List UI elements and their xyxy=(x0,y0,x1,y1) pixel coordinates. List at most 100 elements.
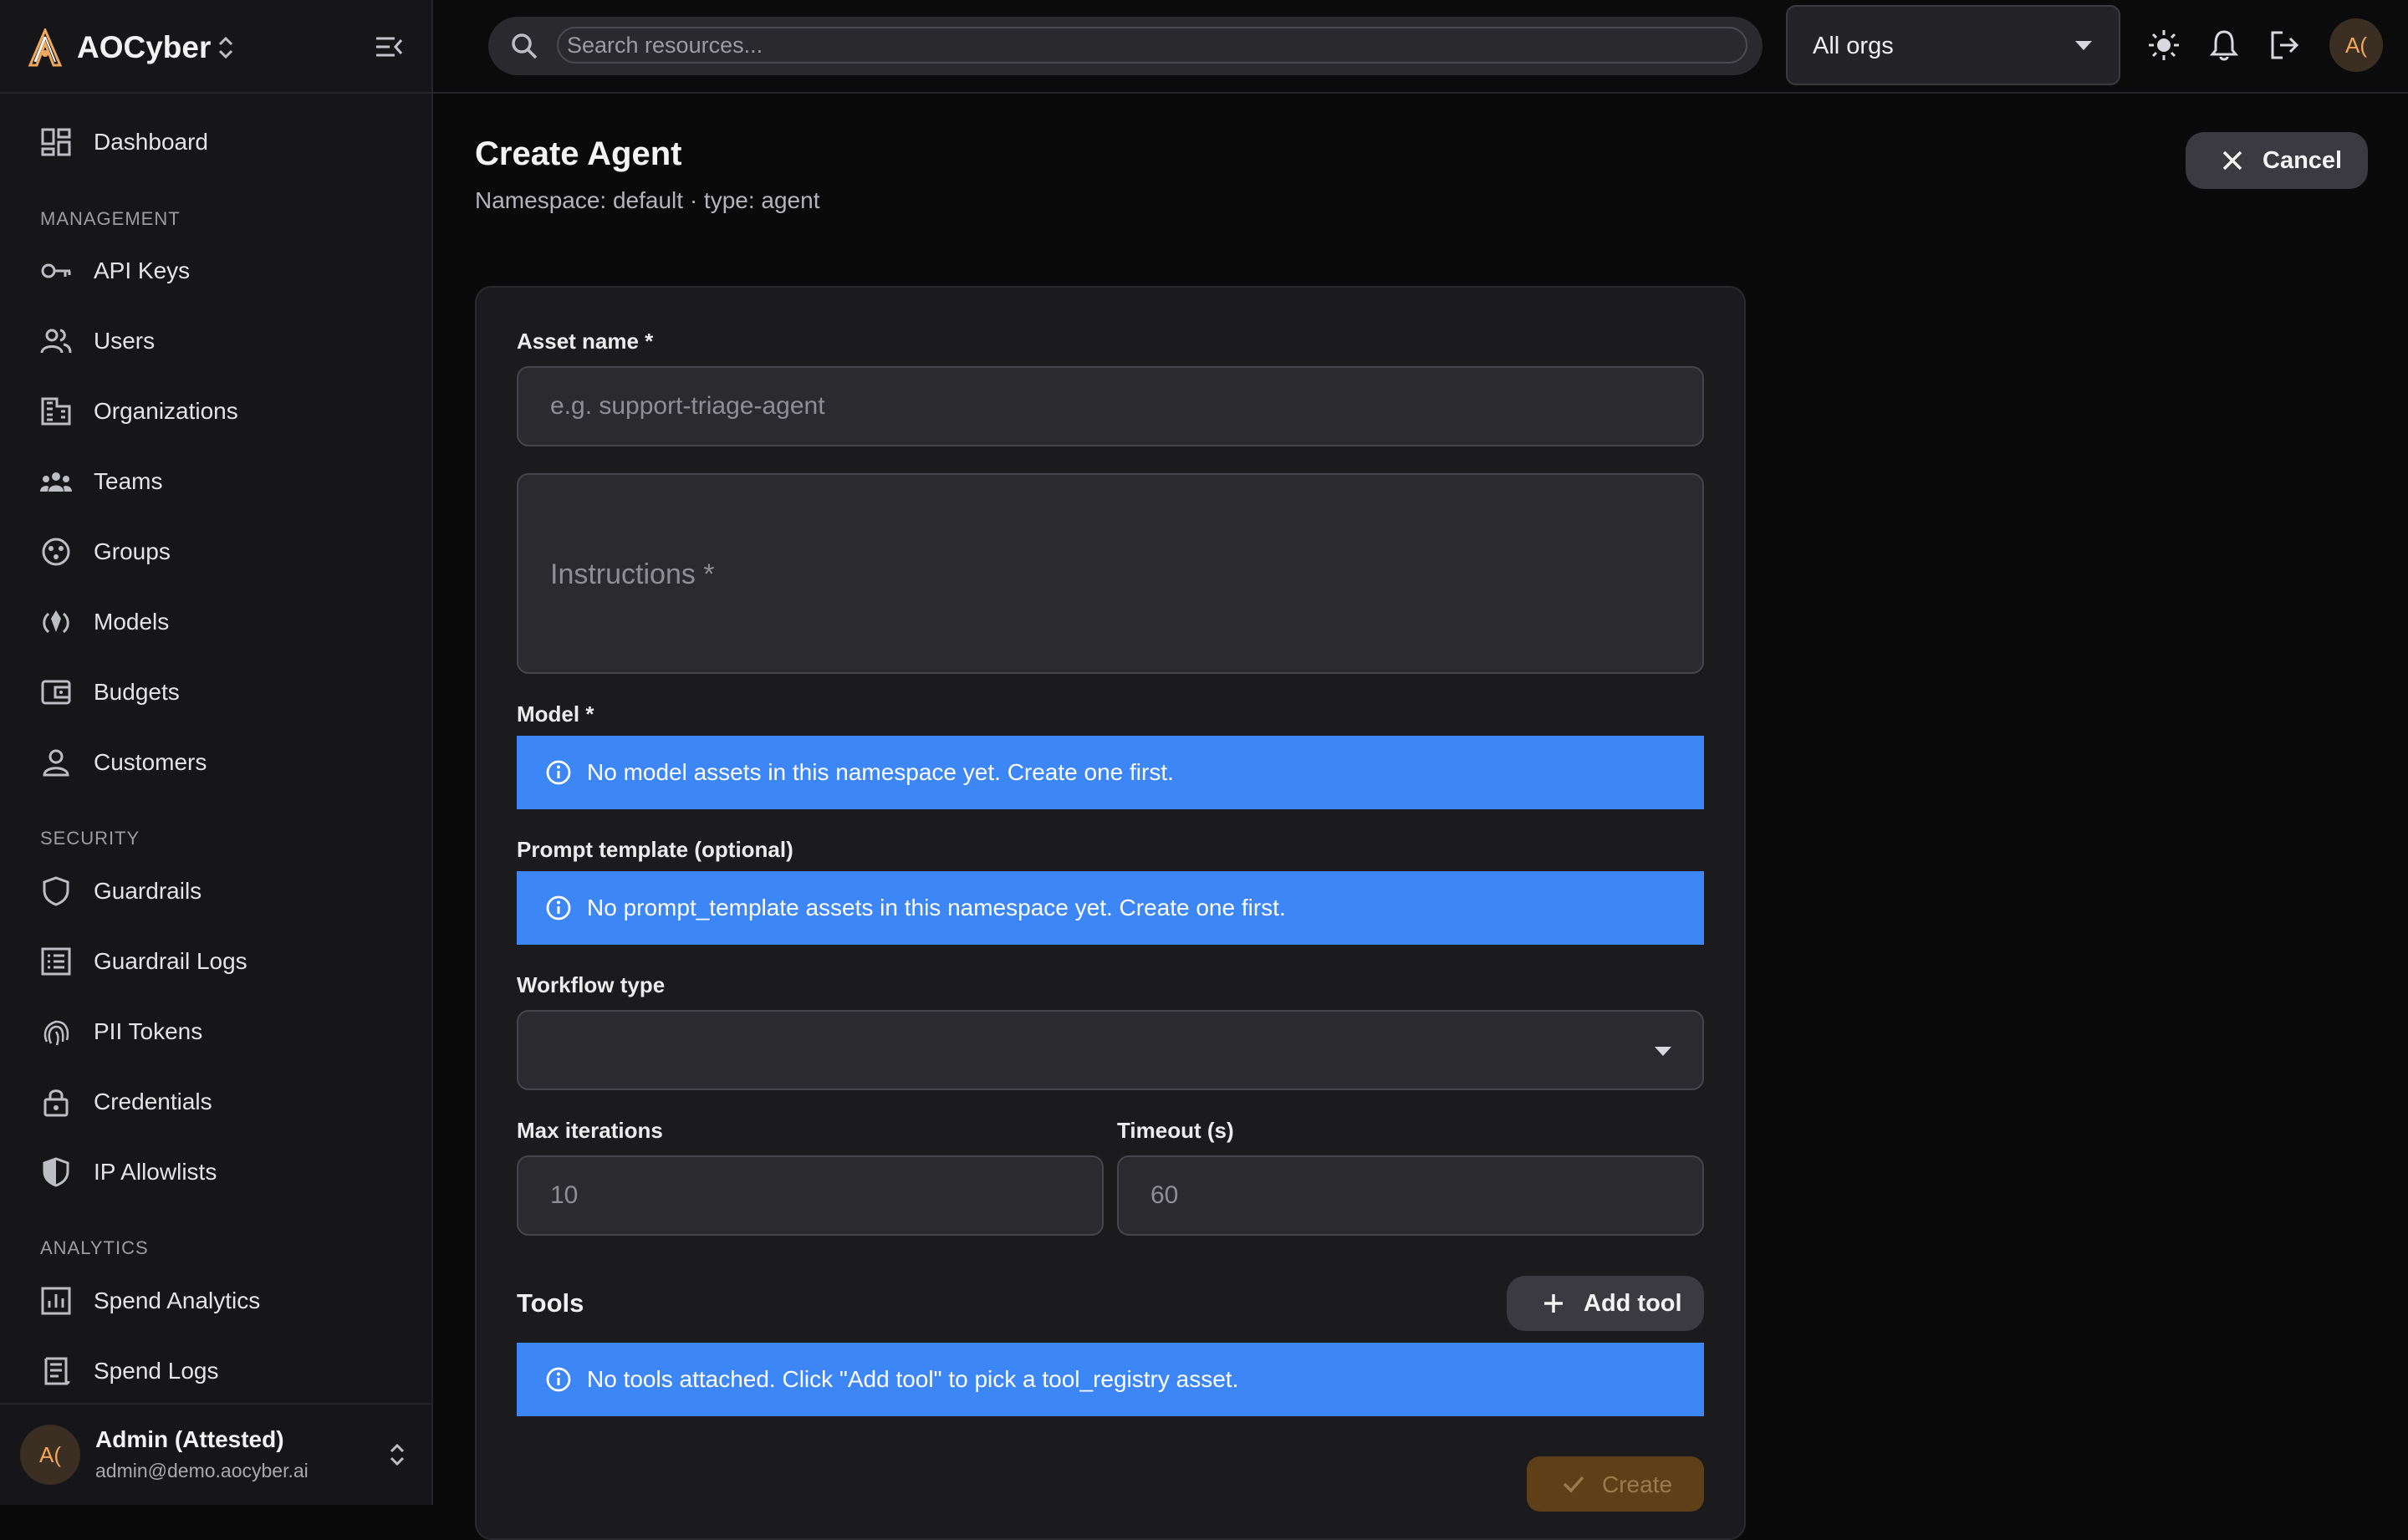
workflow-type-select[interactable] xyxy=(517,1010,1704,1090)
sidebar-item-spend-analytics[interactable]: Spend Analytics xyxy=(0,1266,431,1336)
sidebar-item-label: PII Tokens xyxy=(94,1018,203,1044)
sidebar-item-label: Budgets xyxy=(94,679,180,705)
building-icon xyxy=(41,397,71,426)
search-input[interactable] xyxy=(557,27,1747,64)
sidebar: AOCyber Dashboard MANAGEMENT API Keys Us… xyxy=(0,0,433,1505)
chevrons-updown-icon[interactable] xyxy=(388,1441,406,1468)
person-icon xyxy=(43,749,69,777)
prompt-template-alert-text: No prompt_template assets in this namesp… xyxy=(587,895,1286,920)
model-info-alert: No model assets in this namespace yet. C… xyxy=(517,736,1704,809)
bar-chart-icon xyxy=(41,1287,71,1315)
instructions-textarea[interactable] xyxy=(517,473,1704,674)
check-icon xyxy=(1563,1476,1584,1493)
tools-info-alert: No tools attached. Click "Add tool" to p… xyxy=(517,1343,1704,1416)
sidebar-item-label: Dashboard xyxy=(94,129,208,155)
avatar: A( xyxy=(20,1425,80,1485)
sidebar-item-pii-tokens[interactable]: PII Tokens xyxy=(0,997,431,1067)
sidebar-item-organizations[interactable]: Organizations xyxy=(0,376,431,446)
sidebar-item-label: IP Allowlists xyxy=(94,1159,217,1185)
sidebar-item-label: Users xyxy=(94,328,156,354)
sidebar-item-teams[interactable]: Teams xyxy=(0,446,431,517)
sidebar-item-label: Credentials xyxy=(94,1089,212,1114)
topbar: All orgs A( xyxy=(433,0,2408,94)
user-profile-menu[interactable]: A( Admin (Attested) admin@demo.aocyber.a… xyxy=(0,1403,431,1505)
avatar[interactable]: A( xyxy=(2329,18,2383,72)
max-iterations-input[interactable] xyxy=(517,1155,1104,1236)
sidebar-item-customers[interactable]: Customers xyxy=(0,727,431,798)
list-log-icon xyxy=(41,947,71,976)
bell-icon[interactable] xyxy=(2207,28,2241,62)
cancel-button[interactable]: Cancel xyxy=(2186,132,2368,189)
aocyber-logo-icon xyxy=(28,28,63,67)
add-tool-button[interactable]: Add tool xyxy=(1507,1276,1704,1331)
workflow-type-label: Workflow type xyxy=(517,972,666,997)
teams-icon xyxy=(40,472,72,492)
section-label-security: SECURITY xyxy=(40,828,140,849)
caret-down-icon xyxy=(1655,1047,1671,1056)
users-icon xyxy=(40,329,72,354)
key-icon xyxy=(41,263,71,278)
sidebar-item-guardrail-logs[interactable]: Guardrail Logs xyxy=(0,926,431,997)
search-bar xyxy=(488,17,1763,75)
sidebar-item-ip-allowlists[interactable]: IP Allowlists xyxy=(0,1137,431,1207)
sidebar-item-spend-logs[interactable]: Spend Logs xyxy=(0,1336,431,1406)
groups-icon xyxy=(42,538,70,566)
section-label-analytics: ANALYTICS xyxy=(40,1237,149,1258)
prompt-template-label: Prompt template (optional) xyxy=(517,837,793,862)
sidebar-item-models[interactable]: Models xyxy=(0,587,431,657)
sidebar-item-guardrails[interactable]: Guardrails xyxy=(0,856,431,926)
dashboard-icon xyxy=(41,128,71,156)
info-icon xyxy=(546,895,571,920)
create-button-label: Create xyxy=(1602,1471,1673,1497)
lock-icon xyxy=(43,1089,69,1117)
sidebar-item-label: Teams xyxy=(94,468,163,494)
asset-name-label: Asset name * xyxy=(517,329,654,354)
model-label: Model * xyxy=(517,701,594,727)
sidebar-item-label: Guardrail Logs xyxy=(94,948,247,974)
info-icon xyxy=(546,760,571,785)
org-switcher-chevrons-icon[interactable] xyxy=(216,33,236,62)
sidebar-item-label: Spend Logs xyxy=(94,1358,219,1384)
add-tool-label: Add tool xyxy=(1584,1290,1682,1317)
sidebar-item-dashboard[interactable]: Dashboard xyxy=(0,107,431,177)
timeout-label: Timeout (s) xyxy=(1117,1118,1234,1143)
fingerprint-icon xyxy=(43,1020,69,1046)
create-button[interactable]: Create xyxy=(1527,1456,1704,1512)
section-label-management: MANAGEMENT xyxy=(40,208,181,229)
tools-heading: Tools xyxy=(517,1288,584,1318)
collapse-sidebar-icon[interactable] xyxy=(373,32,405,62)
org-select[interactable]: All orgs xyxy=(1786,5,2120,85)
sun-theme-icon[interactable] xyxy=(2147,28,2181,62)
brand-header: AOCyber xyxy=(0,0,431,94)
shield-half-icon xyxy=(43,1157,69,1187)
prompt-template-info-alert: No prompt_template assets in this namesp… xyxy=(517,871,1704,945)
sidebar-item-credentials[interactable]: Credentials xyxy=(0,1067,431,1137)
search-icon xyxy=(512,33,538,59)
sidebar-item-api-keys[interactable]: API Keys xyxy=(0,236,431,306)
cancel-button-label: Cancel xyxy=(2263,147,2343,174)
org-select-value: All orgs xyxy=(1813,33,1894,59)
plus-icon xyxy=(1544,1294,1563,1313)
sidebar-item-budgets[interactable]: Budgets xyxy=(0,657,431,727)
sidebar-item-groups[interactable]: Groups xyxy=(0,517,431,587)
sidebar-item-label: Spend Analytics xyxy=(94,1288,261,1313)
page-title: Create Agent xyxy=(475,135,682,172)
sidebar-item-label: API Keys xyxy=(94,258,191,283)
asset-name-input[interactable] xyxy=(517,366,1704,446)
shield-icon xyxy=(43,876,69,906)
close-icon xyxy=(2222,150,2242,171)
sidebar-item-users[interactable]: Users xyxy=(0,306,431,376)
caret-down-icon xyxy=(2075,41,2092,50)
app-name: AOCyber xyxy=(77,30,212,64)
tools-alert-text: No tools attached. Click "Add tool" to p… xyxy=(587,1366,1239,1392)
max-iterations-label: Max iterations xyxy=(517,1118,663,1143)
sidebar-item-label: Groups xyxy=(94,538,171,564)
sidebar-item-label: Organizations xyxy=(94,398,238,424)
timeout-input[interactable] xyxy=(1117,1155,1704,1236)
models-icon xyxy=(43,610,69,634)
model-alert-text: No model assets in this namespace yet. C… xyxy=(587,759,1174,785)
user-name: Admin (Attested) xyxy=(95,1426,284,1452)
logout-icon[interactable] xyxy=(2268,28,2301,62)
sidebar-item-label: Customers xyxy=(94,749,207,775)
sidebar-item-label: Guardrails xyxy=(94,878,202,904)
